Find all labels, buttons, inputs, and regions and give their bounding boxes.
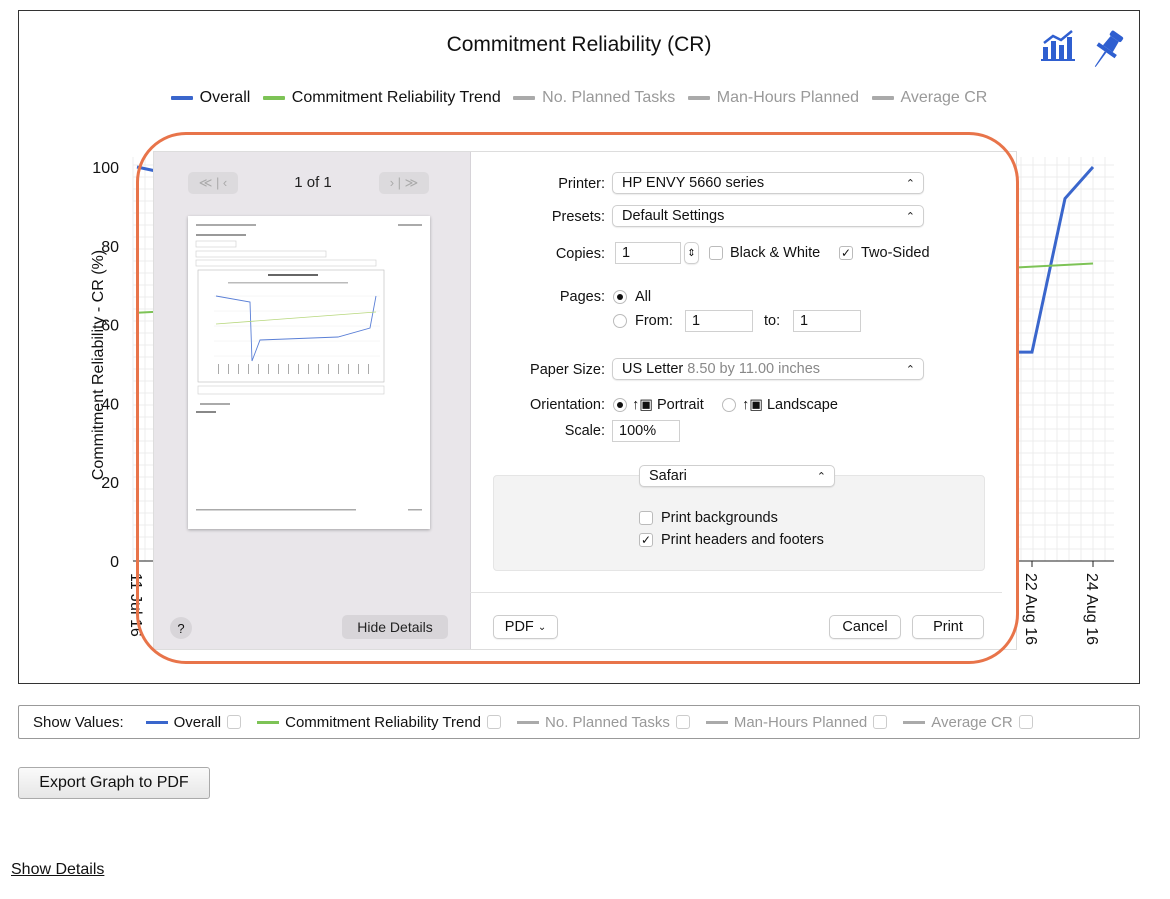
export-pdf-button[interactable]: Export Graph to PDF [18,767,210,799]
help-button[interactable]: ? [170,617,192,639]
legend-label: Man-Hours Planned [716,89,860,106]
y-tick-label: 100 [92,160,119,177]
x-tick-label: 22 Aug 16 [1022,573,1039,645]
paper-size-select[interactable]: US Letter 8.50 by 11.00 inches ⌃ [612,358,924,380]
copies-label: Copies: [555,246,605,262]
show-values-checkbox[interactable] [873,715,888,729]
orientation-label: Orientation: [530,397,605,413]
portrait-radio[interactable] [613,398,627,412]
divider [470,592,1002,593]
legend-label: Commitment Reliability Trend [291,89,501,106]
x-tick-label: 24 Aug 16 [1083,573,1100,645]
printer-select[interactable]: HP ENVY 5660 series ⌃ [612,172,924,194]
show-values-bar: Show Values: Overall Commitment Reliabil… [18,705,1140,739]
presets-select[interactable]: Default Settings ⌃ [612,205,924,227]
y-axis-label: Commitment Reliability - CR (%) [90,249,107,481]
presets-value: Default Settings [622,208,725,224]
two-sided-label: Two-Sided [861,245,930,261]
scale-input[interactable]: 100% [612,420,680,442]
pages-from-label: From: [635,313,673,329]
landscape-radio[interactable] [722,398,736,412]
legend-item-average-cr[interactable]: Average CR [871,89,988,107]
two-sided-checkbox[interactable]: ✓ [839,246,853,260]
portrait-label: Portrait [656,397,704,413]
chart-legend: Overall Commitment Reliability Trend No.… [19,87,1139,107]
print-dialog: ≪ | ‹ 1 of 1 › | ≫ ? Hide Details Printe… [154,152,1016,649]
show-values-checkbox[interactable] [487,715,502,729]
pages-from-input[interactable]: 1 [685,310,753,332]
pages-to-label: to: [764,313,781,329]
copies-input[interactable]: 1 [615,242,681,264]
pages-label: Pages: [559,289,605,305]
app-section-value: Safari [649,468,687,484]
show-values-checkbox[interactable] [675,715,690,729]
series-label: Man-Hours Planned [733,713,868,731]
presets-label: Presets: [551,209,605,225]
legend-label: No. Planned Tasks [542,89,676,106]
legend-label: Overall [199,89,251,106]
x-tick-label: 11 Jul 16 [127,573,144,637]
print-backgrounds-label: Print backgrounds [661,510,778,526]
show-values-overall: Overall [145,713,242,731]
print-headers-label: Print headers and footers [661,532,824,548]
show-values-trend: Commitment Reliability Trend [257,713,502,731]
chevron-updown-icon: ⌃ [816,471,826,483]
pages-range-radio[interactable] [613,314,627,328]
pages-to-input[interactable]: 1 [793,310,861,332]
chevron-updown-icon: ⌃ [905,364,915,376]
pages-all-label: All [635,289,652,305]
chart-title: Commitment Reliability (CR) [446,33,712,56]
landscape-icon: ↑▣ [742,397,763,413]
chevron-down-icon: ⌄ [537,621,547,633]
chevron-updown-icon: ⌃ [905,178,915,190]
legend-item-trend[interactable]: Commitment Reliability Trend [262,89,501,107]
show-values-label: Show Values: [33,713,124,731]
black-white-checkbox[interactable] [709,246,723,260]
cancel-button[interactable]: Cancel [829,615,901,639]
bar-chart-icon[interactable] [1041,29,1075,61]
chart-toolbar [1041,29,1125,75]
printer-label: Printer: [558,176,605,192]
pdf-menu-button[interactable]: PDF ⌄ [493,615,558,639]
landscape-label: Landscape [766,397,838,413]
legend-label: Average CR [900,89,988,106]
pdf-label: PDF [504,619,534,635]
printer-value: HP ENVY 5660 series [622,175,765,191]
series-label: Commitment Reliability Trend [285,713,482,731]
show-values-average-cr: Average CR [903,713,1033,731]
chevron-updown-icon: ⌃ [905,211,915,223]
page-preview-thumbnail [188,216,430,529]
scale-label: Scale: [564,423,605,439]
series-label: No. Planned Tasks [545,713,670,731]
show-values-checkbox[interactable] [1018,715,1033,729]
black-white-label: Black & White [730,245,821,261]
pages-all-radio[interactable] [613,290,627,304]
pin-icon[interactable] [1093,29,1125,75]
y-tick-label: 0 [110,554,119,571]
paper-dimensions: 8.50 by 11.00 inches [687,361,821,377]
legend-item-planned-tasks[interactable]: No. Planned Tasks [513,89,675,107]
series-label: Overall [173,713,222,731]
next-page-button[interactable]: › | ≫ [379,172,429,194]
preview-pane: ≪ | ‹ 1 of 1 › | ≫ ? Hide Details [154,152,471,649]
show-values-planned-tasks: No. Planned Tasks [517,714,690,731]
show-values-checkbox[interactable] [227,715,242,729]
print-headers-checkbox[interactable]: ✓ [639,533,653,547]
portrait-icon: ↑▣ [632,397,653,413]
legend-item-overall[interactable]: Overall [170,89,251,107]
show-details-link[interactable]: Show Details [11,861,104,879]
series-label: Average CR [931,713,1013,731]
paper-size-value: US Letter [622,361,684,377]
print-backgrounds-checkbox[interactable] [639,511,653,525]
hide-details-button[interactable]: Hide Details [342,615,448,639]
app-section-select[interactable]: Safari ⌃ [639,465,835,487]
paper-size-label: Paper Size: [530,362,605,378]
page-navigator: ≪ | ‹ 1 of 1 › | ≫ [188,172,438,194]
legend-item-man-hours[interactable]: Man-Hours Planned [687,89,860,107]
show-values-man-hours: Man-Hours Planned [705,713,888,731]
copies-stepper[interactable]: ⇕ [684,242,699,264]
print-button[interactable]: Print [912,615,984,639]
